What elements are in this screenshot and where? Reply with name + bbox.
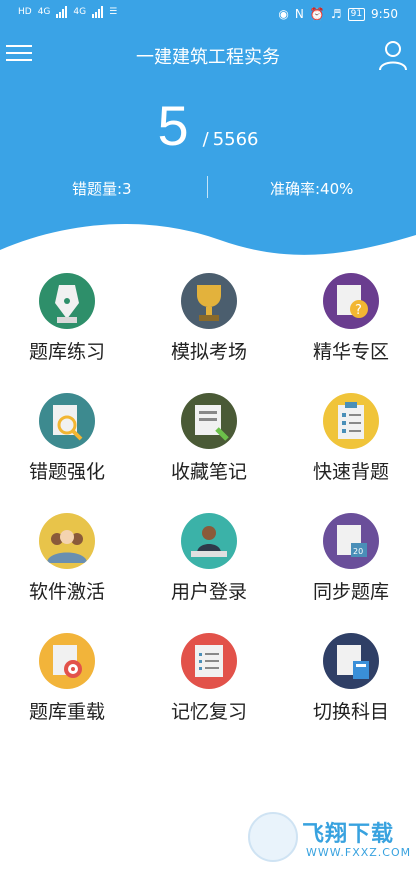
eye-icon: ◉ bbox=[278, 7, 289, 21]
network-type-2: 4G bbox=[73, 7, 87, 17]
checklist-icon bbox=[181, 633, 237, 689]
tile-highlights[interactable]: ? 精华专区 bbox=[286, 273, 416, 373]
trophy-icon bbox=[181, 273, 237, 329]
stats-row: 错题量:3 准确率:40% bbox=[0, 176, 416, 200]
svg-text:20: 20 bbox=[353, 547, 363, 556]
people-icon bbox=[39, 513, 95, 569]
progress-counter: 5 /5566 bbox=[0, 96, 416, 156]
battery-icon: 91 bbox=[347, 7, 366, 21]
calculator-doc-icon bbox=[323, 633, 379, 689]
user-desk-icon bbox=[181, 513, 237, 569]
progress-total: 5566 bbox=[212, 129, 259, 150]
watermark-text: 飞翔下载 bbox=[302, 822, 395, 847]
tile-memory-review[interactable]: 记忆复习 bbox=[144, 633, 274, 733]
mute-icon: ♬ bbox=[330, 7, 342, 21]
status-bar: HD 4G 4G ☰ ◉ N ⏰ ♬ 91 9:50 bbox=[0, 0, 416, 30]
status-right: ◉ N ⏰ ♬ 91 9:50 bbox=[278, 7, 398, 21]
tile-label: 精华专区 bbox=[312, 341, 389, 363]
wrong-count: 错题量:3 bbox=[72, 180, 132, 198]
clock: 9:50 bbox=[371, 7, 398, 21]
watermark: 飞翔下载 WWW.FXXZ.COM bbox=[248, 812, 412, 868]
progress-separator: / bbox=[202, 129, 209, 150]
clipboard-icon bbox=[323, 393, 379, 449]
question-doc-icon: ? bbox=[323, 273, 379, 329]
tile-login[interactable]: 用户登录 bbox=[144, 513, 274, 613]
tile-label: 切换科目 bbox=[312, 701, 389, 723]
tile-label: 快速背题 bbox=[312, 461, 389, 483]
tile-reload-bank[interactable]: 题库重载 bbox=[2, 633, 132, 733]
tile-label: 同步题库 bbox=[312, 581, 389, 603]
tile-sync-bank[interactable]: 20 同步题库 bbox=[286, 513, 416, 613]
signal-icon-2 bbox=[92, 6, 104, 18]
magnify-doc-icon bbox=[39, 393, 95, 449]
wifi-icon: ☰ bbox=[109, 7, 118, 17]
target-doc-icon bbox=[39, 633, 95, 689]
user-button[interactable] bbox=[376, 38, 410, 72]
tile-label: 题库重载 bbox=[28, 701, 105, 723]
tile-label: 记忆复习 bbox=[170, 701, 247, 723]
network-type: 4G bbox=[37, 7, 51, 17]
hd-badge: HD bbox=[18, 7, 32, 17]
accuracy-rate: 准确率:40% bbox=[270, 180, 354, 198]
watermark-url: WWW.FXXZ.COM bbox=[306, 846, 412, 859]
tile-favorite-notes[interactable]: 收藏笔记 bbox=[144, 393, 274, 493]
network-indicators: HD 4G 4G ☰ bbox=[18, 6, 117, 18]
page-title: 一建建筑工程实务 bbox=[136, 47, 280, 68]
tile-label: 用户登录 bbox=[170, 581, 247, 603]
tile-wrong-drill[interactable]: 错题强化 bbox=[2, 393, 132, 493]
tile-label: 收藏笔记 bbox=[170, 461, 247, 483]
calendar-doc-icon: 20 bbox=[323, 513, 379, 569]
app-screen: HD 4G 4G ☰ ◉ N ⏰ ♬ 91 9:50 一建建筑工程实务 5 /55… bbox=[0, 0, 416, 875]
notebook-icon bbox=[181, 393, 237, 449]
svg-text:?: ? bbox=[355, 303, 362, 318]
tile-question-bank[interactable]: 题库练习 bbox=[2, 273, 132, 373]
user-icon bbox=[379, 41, 407, 71]
nfc-icon: N bbox=[294, 7, 304, 21]
tile-label: 错题强化 bbox=[28, 461, 105, 483]
tile-label: 题库练习 bbox=[28, 341, 105, 363]
pen-nib-icon bbox=[39, 273, 95, 329]
tile-activate[interactable]: 软件激活 bbox=[2, 513, 132, 613]
tile-switch-subject[interactable]: 切换科目 bbox=[286, 633, 416, 733]
tile-label: 软件激活 bbox=[28, 581, 105, 603]
progress-current: 5 bbox=[157, 94, 189, 157]
signal-icon bbox=[56, 6, 68, 18]
tile-label: 模拟考场 bbox=[170, 341, 247, 363]
watermark-logo bbox=[248, 812, 298, 862]
stats-divider bbox=[207, 176, 208, 198]
alarm-icon: ⏰ bbox=[309, 7, 325, 21]
tile-quick-memorize[interactable]: 快速背题 bbox=[286, 393, 416, 493]
tile-mock-exam[interactable]: 模拟考场 bbox=[144, 273, 274, 373]
